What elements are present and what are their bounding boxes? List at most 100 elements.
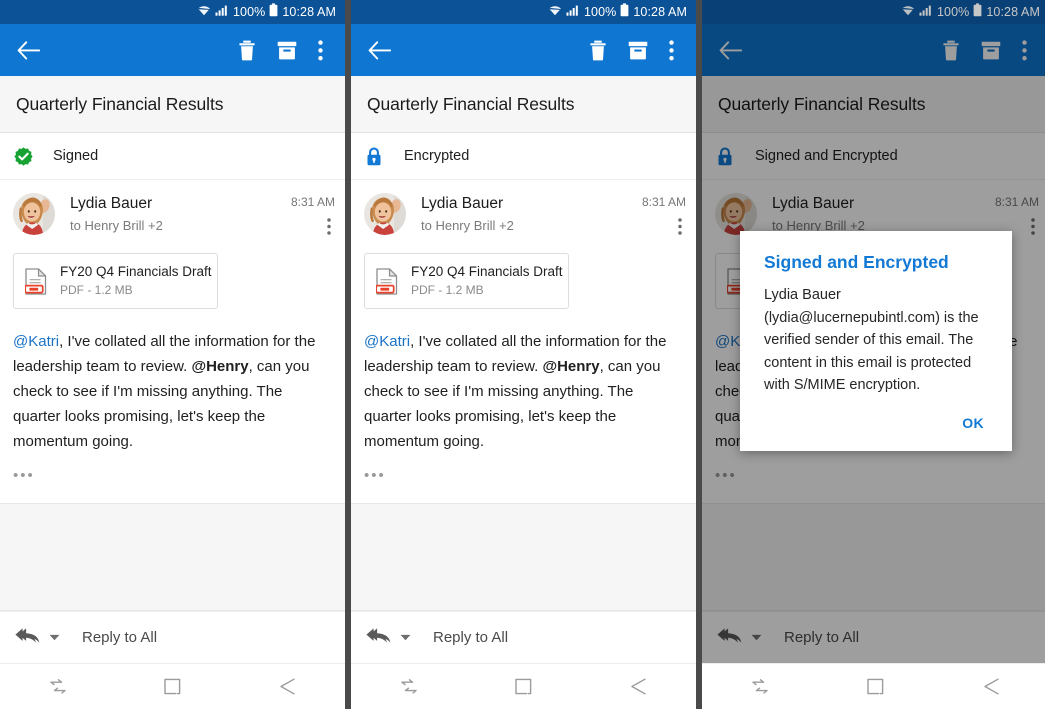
- security-status-row[interactable]: Signed: [0, 133, 345, 180]
- back-arrow-icon[interactable]: [10, 30, 46, 70]
- attachment-chip[interactable]: FY20 Q4 Financials Draft PDF - 1.2 MB: [13, 253, 218, 309]
- archive-icon[interactable]: [267, 30, 307, 70]
- trash-icon[interactable]: [227, 30, 267, 70]
- back-icon[interactable]: [230, 664, 345, 709]
- sender-row: Lydia Bauer to Henry Brill +2 8:31 AM: [351, 180, 696, 250]
- pdf-file-icon: [25, 267, 49, 295]
- system-nav-bar: [702, 663, 1045, 709]
- mention-henry[interactable]: @Henry: [191, 358, 248, 375]
- recents-icon[interactable]: [351, 664, 466, 709]
- clock-label: 10:28 AM: [282, 5, 336, 19]
- lock-icon: [364, 146, 384, 166]
- cellular-signal-icon: [215, 3, 229, 21]
- status-bar: 100% 10:28 AM: [351, 0, 696, 24]
- message-scroll-area: Lydia Bauer to Henry Brill +2 8:31 AM: [0, 180, 345, 611]
- sender-row: Lydia Bauer to Henry Brill +2 8:31 AM: [0, 180, 345, 250]
- back-arrow-icon[interactable]: [361, 30, 397, 70]
- panel-encrypted: 100% 10:28 AM Quarterly Financial Result…: [351, 0, 696, 709]
- archive-icon[interactable]: [618, 30, 658, 70]
- pdf-file-icon: [376, 267, 400, 295]
- message-list-filler: [351, 504, 696, 611]
- app-bar: [351, 24, 696, 76]
- back-icon[interactable]: [933, 664, 1045, 709]
- reply-all-label: Reply to All: [433, 629, 508, 646]
- sender-name: Lydia Bauer: [70, 194, 291, 213]
- chevron-down-icon[interactable]: [400, 634, 411, 641]
- dialog-body: Lydia Bauer (lydia@lucernepubintl.com) i…: [764, 284, 990, 397]
- battery-percent-label: 100%: [233, 5, 265, 19]
- message-scroll-area: Lydia Bauer to Henry Brill +2 8:31 AM: [351, 180, 696, 611]
- more-vertical-icon[interactable]: [307, 30, 333, 70]
- recents-icon[interactable]: [702, 664, 818, 709]
- reply-bar[interactable]: Reply to All: [351, 611, 696, 663]
- home-icon[interactable]: [466, 664, 581, 709]
- message-card: Lydia Bauer to Henry Brill +2 8:31 AM: [0, 180, 345, 504]
- wifi-icon: [197, 3, 211, 21]
- three-panel-screenshot: 100% 10:28 AM Quarterly Financial Result…: [0, 0, 1045, 709]
- security-status-label: Encrypted: [404, 148, 469, 164]
- home-icon[interactable]: [818, 664, 934, 709]
- more-vertical-icon[interactable]: [327, 218, 331, 240]
- attachment-meta: PDF - 1.2 MB: [60, 283, 133, 297]
- message-meta: 8:31 AM: [642, 193, 686, 240]
- attachment-name: FY20 Q4 Financials Draft: [411, 264, 563, 279]
- reply-bar[interactable]: Reply to All: [0, 611, 345, 663]
- reply-all-icon[interactable]: [365, 627, 392, 649]
- attachment-text: FY20 Q4 Financials Draft PDF - 1.2 MB: [411, 263, 552, 299]
- expand-quoted-text-button[interactable]: •••: [13, 471, 35, 481]
- message-time: 8:31 AM: [642, 195, 686, 209]
- attachment-meta: PDF - 1.2 MB: [411, 283, 484, 297]
- sender-info: Lydia Bauer to Henry Brill +2: [406, 193, 642, 235]
- back-icon[interactable]: [581, 664, 696, 709]
- more-vertical-icon[interactable]: [658, 30, 684, 70]
- attachment-chip[interactable]: FY20 Q4 Financials Draft PDF - 1.2 MB: [364, 253, 569, 309]
- recipients-label: to Henry Brill +2: [70, 216, 291, 235]
- attachment-text: FY20 Q4 Financials Draft PDF - 1.2 MB: [60, 263, 201, 299]
- avatar[interactable]: [364, 193, 406, 235]
- reply-all-label: Reply to All: [82, 629, 157, 646]
- message-meta: 8:31 AM: [291, 193, 335, 240]
- page-title: Quarterly Financial Results: [16, 94, 329, 115]
- mention-henry[interactable]: @Henry: [542, 358, 599, 375]
- attachment-name: FY20 Q4 Financials Draft: [60, 264, 212, 279]
- battery-full-icon: [620, 3, 629, 22]
- subject-header: Quarterly Financial Results: [0, 76, 345, 133]
- message-body: @Katri, I've collated all the informatio…: [0, 309, 345, 454]
- wifi-icon: [548, 3, 562, 21]
- status-bar-dim-overlay: [702, 0, 1045, 24]
- app-bar: [0, 24, 345, 76]
- reply-all-icon[interactable]: [14, 627, 41, 649]
- battery-percent-label: 100%: [584, 5, 616, 19]
- system-nav-bar: [0, 663, 345, 709]
- recents-icon[interactable]: [0, 664, 115, 709]
- mention-katri[interactable]: @Katri: [13, 333, 59, 350]
- security-info-dialog: Signed and Encrypted Lydia Bauer (lydia@…: [740, 231, 1012, 451]
- sender-name: Lydia Bauer: [421, 194, 642, 213]
- recipients-label: to Henry Brill +2: [421, 216, 642, 235]
- trash-icon[interactable]: [578, 30, 618, 70]
- sender-info: Lydia Bauer to Henry Brill +2: [55, 193, 291, 235]
- message-card: Lydia Bauer to Henry Brill +2 8:31 AM: [351, 180, 696, 504]
- mention-katri[interactable]: @Katri: [364, 333, 410, 350]
- dialog-title: Signed and Encrypted: [764, 251, 990, 273]
- security-status-label: Signed: [53, 148, 98, 164]
- battery-full-icon: [269, 3, 278, 22]
- signed-seal-check-icon: [13, 146, 33, 166]
- ok-button[interactable]: OK: [956, 411, 990, 435]
- page-title: Quarterly Financial Results: [367, 94, 680, 115]
- security-status-row[interactable]: Encrypted: [351, 133, 696, 180]
- panel-signed: 100% 10:28 AM Quarterly Financial Result…: [0, 0, 345, 709]
- status-bar: 100% 10:28 AM: [0, 0, 345, 24]
- subject-header: Quarterly Financial Results: [351, 76, 696, 133]
- expand-quoted-text-button[interactable]: •••: [364, 471, 386, 481]
- home-icon[interactable]: [115, 664, 230, 709]
- message-time: 8:31 AM: [291, 195, 335, 209]
- avatar[interactable]: [13, 193, 55, 235]
- cellular-signal-icon: [566, 3, 580, 21]
- panel-signed-encrypted: 100% 10:28 AM Quarterly Financial Result…: [702, 0, 1045, 709]
- more-vertical-icon[interactable]: [678, 218, 682, 240]
- dialog-actions: OK: [764, 397, 990, 441]
- chevron-down-icon[interactable]: [49, 634, 60, 641]
- clock-label: 10:28 AM: [633, 5, 687, 19]
- message-body: @Katri, I've collated all the informatio…: [351, 309, 696, 454]
